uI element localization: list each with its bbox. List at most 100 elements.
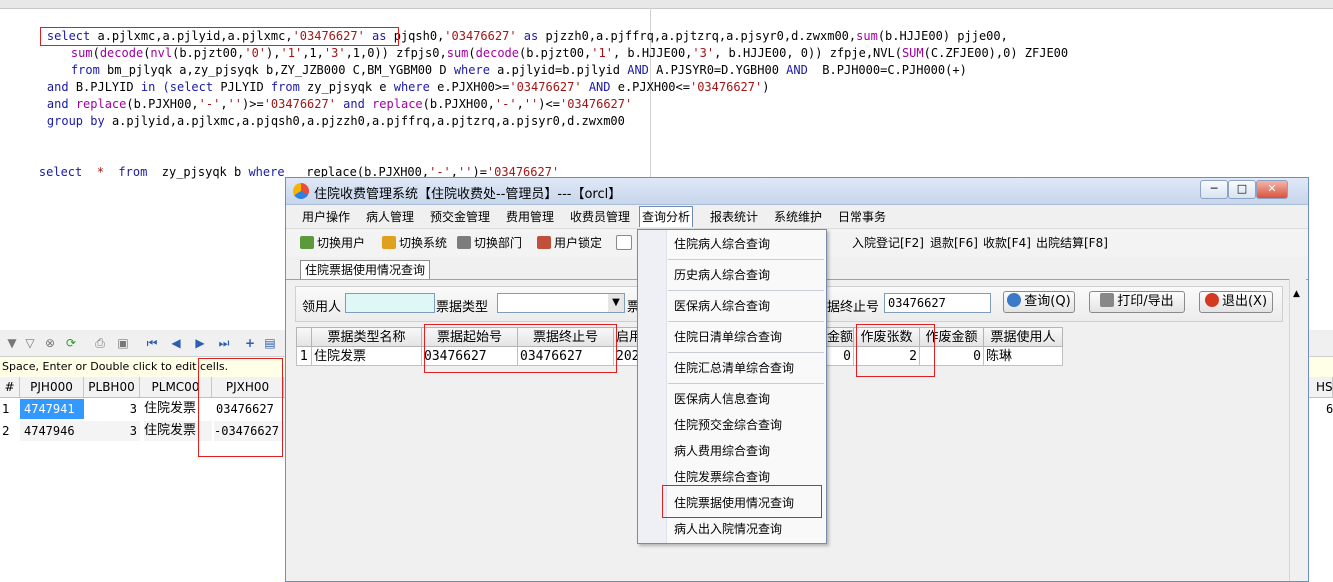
close-button[interactable]: ✕ (1256, 180, 1288, 199)
switch-dept-button[interactable]: 切换部门 (457, 235, 522, 251)
last-record-icon[interactable]: ⏭ (216, 335, 232, 351)
grid-cell-extra[interactable]: 6 (1326, 399, 1333, 419)
toolbar-extra-button[interactable] (616, 235, 635, 251)
row-number: 1 (2, 402, 10, 416)
table-header-cell[interactable]: 票据类型名称 (312, 327, 422, 347)
highlight-box (424, 324, 617, 373)
menu-query-analysis[interactable]: 查询分析 (639, 206, 694, 227)
refresh-icon[interactable]: ⟳ (63, 335, 79, 351)
tab-ticket-usage-query[interactable]: 住院票据使用情况查询 (300, 260, 431, 279)
table-header-cell[interactable] (296, 327, 312, 347)
menu-deposit-mgmt[interactable]: 预交金管理 (428, 208, 492, 226)
discharge-button[interactable]: 出院结算[F8] (1036, 235, 1108, 251)
switch-dept-label: 切换部门 (474, 236, 523, 250)
query-button-label: 查询(Q) (1024, 294, 1071, 309)
cancel-icon[interactable]: ⊗ (42, 335, 58, 351)
menu-separator (668, 290, 824, 291)
query-button[interactable]: 查询(Q) (1003, 291, 1075, 313)
maximize-button[interactable]: □ (1228, 180, 1256, 199)
menu-daily-affairs[interactable]: 日常事务 (836, 208, 888, 226)
minimize-button[interactable]: ─ (1200, 180, 1228, 199)
exit-button[interactable]: 退出(X) (1199, 291, 1273, 313)
receiver-input[interactable] (345, 293, 435, 313)
power-icon (1204, 293, 1219, 307)
switch-system-button[interactable]: 切换系统 (382, 235, 447, 251)
next-record-icon[interactable]: ▶ (192, 335, 208, 351)
highlight-box (40, 27, 399, 46)
insert-record-icon[interactable]: ▤ (262, 335, 278, 351)
grid-col-header[interactable]: # (0, 377, 20, 397)
end-no-input[interactable]: 03476627 (884, 293, 991, 313)
app-logo-icon (293, 183, 309, 199)
window-title: 住院收费管理系统【住院收费处--管理员】---【orcl】 (314, 187, 622, 202)
menu-item-history-patient-query[interactable]: 历史病人综合查询 (674, 266, 770, 284)
vertical-scrollbar[interactable]: ▲ (1289, 279, 1306, 581)
menu-item-inpatient-query[interactable]: 住院病人综合查询 (674, 235, 770, 253)
user-switch-icon (300, 236, 314, 249)
menu-fee-mgmt[interactable]: 费用管理 (504, 208, 556, 226)
row-number: 2 (2, 424, 10, 438)
cell-ticket-user[interactable]: 陈琳 (984, 347, 1063, 366)
filter-clear-icon[interactable]: ▽ (22, 335, 38, 351)
menu-separator (668, 259, 824, 260)
grid-col-header[interactable]: HS (1316, 377, 1333, 397)
exit-button-label: 退出(X) (1221, 294, 1268, 309)
row-number: 1 (296, 347, 312, 366)
highlight-box (662, 485, 822, 518)
collect-button[interactable]: 收款[F4] (983, 235, 1031, 251)
scroll-up-icon[interactable]: ▲ (1293, 289, 1300, 299)
print-export-label: 打印/导出 (1117, 294, 1174, 309)
grid-cell-plbh00[interactable]: 3 (84, 421, 140, 441)
menu-system-maint[interactable]: 系统维护 (772, 208, 824, 226)
grid-cell-pjh000[interactable]: 4747946 (20, 421, 84, 441)
menu-cashier-mgmt[interactable]: 收费员管理 (568, 208, 632, 226)
chevron-down-icon[interactable]: ▼ (608, 294, 624, 312)
print-export-button[interactable]: 打印/导出 (1089, 291, 1185, 313)
highlight-box (856, 324, 935, 377)
sql-token: ) (762, 80, 770, 94)
cell-ticket-type[interactable]: 住院发票 (312, 347, 422, 366)
grid-cell-pjh000[interactable]: 4747941 (20, 399, 84, 419)
menu-separator (668, 383, 824, 384)
grid-col-header[interactable]: PJH000 (20, 377, 84, 397)
menu-item-insured-info-query[interactable]: 医保病人信息查询 (674, 390, 770, 408)
switch-user-button[interactable]: 切换用户 (300, 235, 365, 251)
filter-icon[interactable]: ▼ (4, 335, 20, 351)
user-lock-button[interactable]: 用户锁定 (537, 235, 602, 251)
highlight-box (198, 358, 283, 457)
add-record-icon[interactable]: + (242, 335, 258, 351)
dept-switch-icon (457, 236, 471, 249)
menu-user-ops[interactable]: 用户操作 (300, 208, 352, 226)
sql-token: select (38, 165, 90, 179)
save-icon[interactable]: ▣ (115, 335, 131, 351)
menu-item-daily-list-query[interactable]: 住院日清单综合查询 (674, 328, 782, 346)
print-icon[interactable]: ⎙ (92, 335, 108, 351)
grid-col-header[interactable]: PLBH00 (84, 377, 140, 397)
menu-item-admission-discharge-query[interactable]: 病人出入院情况查询 (674, 520, 782, 538)
menu-item-invoice-query[interactable]: 住院发票综合查询 (674, 468, 770, 486)
menu-item-deposit-query[interactable]: 住院预交金综合查询 (674, 416, 782, 434)
grid-icon (616, 235, 632, 250)
menu-patient-mgmt[interactable]: 病人管理 (364, 208, 416, 226)
menu-reports[interactable]: 报表统计 (708, 208, 760, 226)
sql-token: from (111, 165, 155, 179)
admit-button[interactable]: 入院登记[F2] (852, 235, 924, 251)
sql-token: a.pjlyid,a.pjlxmc,a.pjqsh0,a.pjzzh0,a.pj… (111, 114, 625, 128)
menu-item-patient-fee-query[interactable]: 病人费用综合查询 (674, 442, 770, 460)
ticket-type-select[interactable]: ▼ (497, 293, 625, 313)
first-record-icon[interactable]: ⏮ (144, 335, 160, 351)
sql-token: AND (786, 63, 816, 77)
switch-system-label: 切换系统 (399, 236, 448, 250)
refund-button[interactable]: 退款[F6] (930, 235, 978, 251)
menu-item-summary-list-query[interactable]: 住院汇总清单综合查询 (674, 359, 794, 377)
grid-cell-plbh00[interactable]: 3 (84, 399, 140, 419)
search-icon (1007, 293, 1022, 307)
window-titlebar[interactable]: 住院收费管理系统【住院收费处--管理员】---【orcl】 ─ □ ✕ (286, 178, 1308, 205)
menu-separator (668, 321, 824, 322)
system-switch-icon (382, 236, 396, 249)
table-header-cell[interactable]: 票据使用人 (984, 327, 1063, 347)
switch-user-label: 切换用户 (317, 236, 366, 250)
prev-record-icon[interactable]: ◀ (168, 335, 184, 351)
menu-separator (668, 352, 824, 353)
menu-item-insured-patient-query[interactable]: 医保病人综合查询 (674, 297, 770, 315)
